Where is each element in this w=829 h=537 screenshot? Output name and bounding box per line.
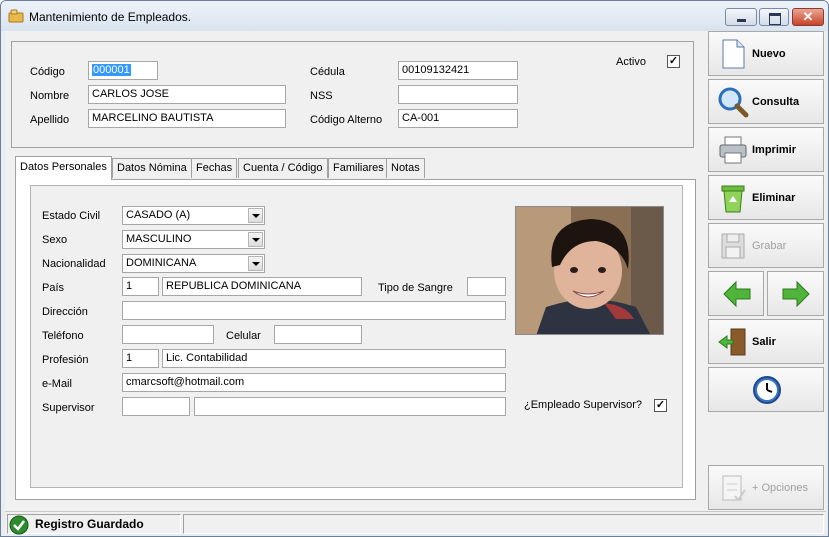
photo-image bbox=[516, 207, 663, 334]
codigo-alterno-label: Código Alterno bbox=[310, 114, 383, 126]
empleado-supervisor-checkbox[interactable]: ✓ bbox=[654, 399, 667, 412]
profesion-name-input[interactable]: Lic. Contabilidad bbox=[162, 349, 506, 368]
eliminar-label: Eliminar bbox=[752, 192, 796, 204]
action-sidebar: Nuevo Consulta Imprimir Eliminar Grabar … bbox=[706, 31, 824, 534]
salir-button[interactable]: Salir bbox=[708, 319, 824, 364]
status-bar: Registro Guardado bbox=[5, 511, 826, 535]
check-ok-icon bbox=[9, 515, 29, 535]
save-disk-icon bbox=[721, 233, 745, 259]
cedula-input[interactable]: 00109132421 bbox=[398, 61, 518, 80]
window-title: Mantenimiento de Empleados. bbox=[29, 10, 192, 24]
nss-label: NSS bbox=[310, 90, 333, 102]
tab-familiares[interactable]: Familiares bbox=[328, 158, 389, 178]
activo-label: Activo bbox=[616, 56, 646, 68]
status-cell-extra bbox=[183, 514, 824, 534]
tab-datos-personales[interactable]: Datos Personales bbox=[15, 156, 112, 180]
close-button[interactable]: ✕ bbox=[792, 8, 824, 26]
clock-icon bbox=[753, 376, 781, 404]
nuevo-button[interactable]: Nuevo bbox=[708, 31, 824, 76]
sexo-label: Sexo bbox=[42, 234, 68, 246]
profesion-code-input[interactable]: 1 bbox=[122, 349, 159, 368]
direccion-input[interactable] bbox=[122, 301, 506, 320]
supervisor-code-input[interactable] bbox=[122, 397, 190, 416]
chevron-down-icon[interactable] bbox=[248, 208, 263, 223]
title-bar[interactable]: Mantenimiento de Empleados. ✕ bbox=[1, 1, 828, 31]
apellido-input[interactable]: MARCELINO BAUTISTA bbox=[88, 109, 286, 128]
nacionalidad-select[interactable]: DOMINICANA bbox=[122, 254, 265, 273]
header-panel: Código 000001 Nombre CARLOS JOSE Apellid… bbox=[11, 41, 694, 148]
previous-record-button[interactable] bbox=[708, 271, 764, 316]
main-window: Mantenimiento de Empleados. ✕ Código 000… bbox=[0, 0, 829, 537]
telefono-input[interactable] bbox=[122, 325, 214, 344]
tab-cuenta-codigo[interactable]: Cuenta / Código bbox=[238, 158, 328, 178]
new-document-icon bbox=[722, 39, 745, 69]
minimize-button[interactable] bbox=[725, 8, 757, 26]
tab-fechas[interactable]: Fechas bbox=[191, 158, 238, 178]
estado-civil-select[interactable]: CASADO (A) bbox=[122, 206, 265, 225]
codigo-label: Código bbox=[30, 66, 65, 78]
celular-input[interactable] bbox=[274, 325, 362, 344]
nacionalidad-label: Nacionalidad bbox=[42, 258, 106, 270]
codigo-alterno-input[interactable]: CA-001 bbox=[398, 109, 518, 128]
pais-code-input[interactable]: 1 bbox=[122, 277, 159, 296]
chevron-down-icon[interactable] bbox=[248, 256, 263, 271]
next-record-button[interactable] bbox=[767, 271, 824, 316]
opciones-label: + Opciones bbox=[752, 482, 808, 494]
checklist-icon bbox=[722, 475, 746, 502]
maximize-button[interactable] bbox=[759, 8, 789, 26]
direccion-label: Dirección bbox=[42, 306, 88, 318]
arrow-left-icon bbox=[723, 280, 751, 308]
grabar-label: Grabar bbox=[752, 240, 787, 252]
recycle-bin-icon bbox=[721, 185, 745, 213]
estado-civil-label: Estado Civil bbox=[42, 210, 101, 222]
sexo-value: MASCULINO bbox=[126, 233, 192, 245]
exit-door-icon bbox=[718, 328, 746, 356]
tipo-sangre-input[interactable] bbox=[467, 277, 506, 296]
nuevo-label: Nuevo bbox=[752, 48, 786, 60]
imprimir-label: Imprimir bbox=[752, 144, 797, 156]
imprimir-button[interactable]: Imprimir bbox=[708, 127, 824, 172]
nombre-input[interactable]: CARLOS JOSE bbox=[88, 85, 286, 104]
pais-name-input[interactable]: REPUBLICA DOMINICANA bbox=[162, 277, 362, 296]
app-icon bbox=[8, 9, 24, 23]
grabar-button[interactable]: Grabar bbox=[708, 223, 824, 268]
consulta-label: Consulta bbox=[752, 96, 800, 108]
cedula-label: Cédula bbox=[310, 66, 345, 78]
chevron-down-icon[interactable] bbox=[248, 232, 263, 247]
tab-datos-nomina[interactable]: Datos Nómina bbox=[112, 158, 192, 178]
profesion-label: Profesión bbox=[42, 354, 89, 366]
apellido-label: Apellido bbox=[30, 114, 70, 126]
sexo-select[interactable]: MASCULINO bbox=[122, 230, 265, 249]
estado-civil-value: CASADO (A) bbox=[126, 209, 191, 221]
activo-checkbox[interactable]: ✓ bbox=[667, 55, 680, 68]
opciones-button[interactable]: + Opciones bbox=[708, 465, 824, 510]
tipo-sangre-label: Tipo de Sangre bbox=[378, 282, 453, 294]
close-icon: ✕ bbox=[802, 9, 814, 24]
pais-label: País bbox=[42, 282, 65, 294]
nacionalidad-value: DOMINICANA bbox=[126, 257, 197, 269]
eliminar-button[interactable]: Eliminar bbox=[708, 175, 824, 220]
email-label: e-Mail bbox=[42, 378, 72, 390]
codigo-value: 000001 bbox=[92, 64, 131, 76]
supervisor-label: Supervisor bbox=[42, 402, 95, 414]
tab-notas[interactable]: Notas bbox=[386, 158, 425, 178]
nombre-label: Nombre bbox=[30, 90, 70, 102]
codigo-input[interactable]: 000001 bbox=[88, 61, 158, 80]
clock-button[interactable] bbox=[708, 367, 824, 412]
search-icon bbox=[718, 87, 749, 118]
celular-label: Celular bbox=[226, 330, 261, 342]
nss-input[interactable] bbox=[398, 85, 518, 104]
arrow-right-icon bbox=[782, 280, 810, 308]
printer-icon bbox=[719, 136, 747, 164]
empleado-supervisor-label: ¿Empleado Supervisor? bbox=[524, 399, 643, 411]
salir-label: Salir bbox=[752, 336, 776, 348]
status-message: Registro Guardado bbox=[35, 517, 144, 531]
consulta-button[interactable]: Consulta bbox=[708, 79, 824, 124]
employee-photo bbox=[515, 206, 664, 335]
telefono-label: Teléfono bbox=[42, 330, 84, 342]
client-area: Código 000001 Nombre CARLOS JOSE Apellid… bbox=[5, 31, 826, 535]
supervisor-name-input[interactable] bbox=[194, 397, 506, 416]
email-input[interactable]: cmarcsoft@hotmail.com bbox=[122, 373, 506, 392]
